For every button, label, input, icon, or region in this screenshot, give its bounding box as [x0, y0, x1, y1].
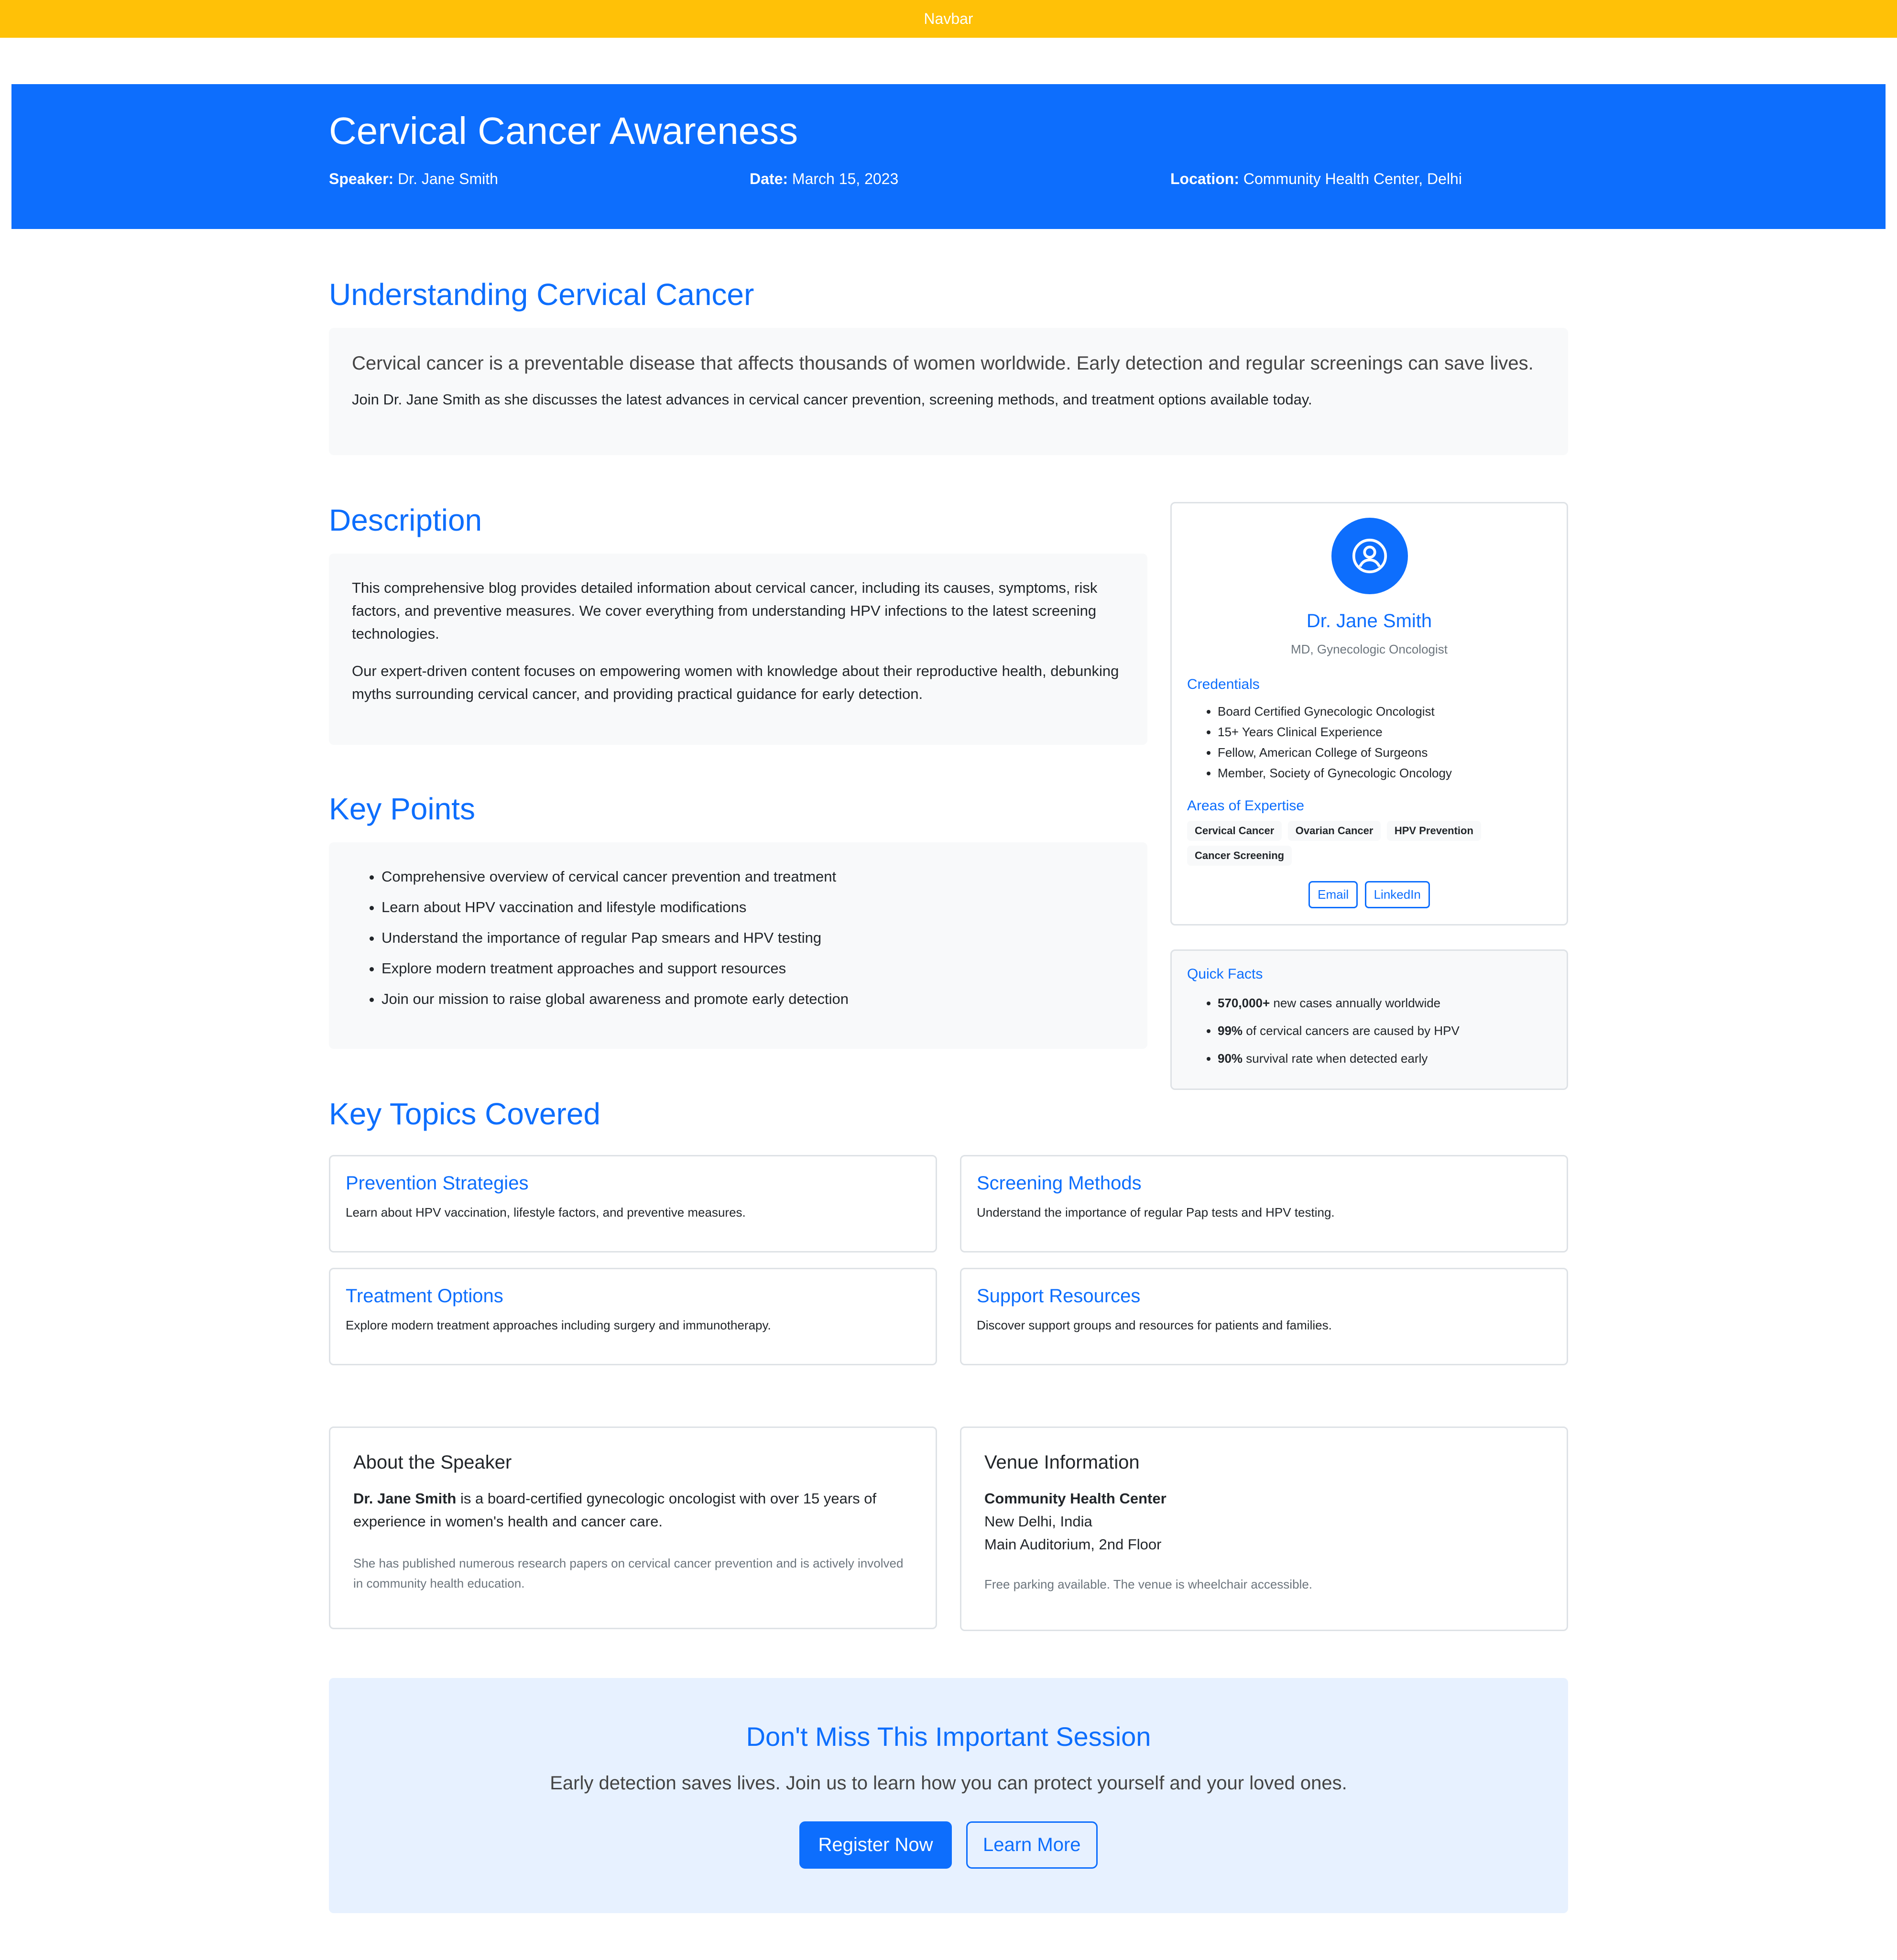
key-points-list: Comprehensive overview of cervical cance…: [329, 861, 1147, 1014]
cta-heading: Don't Miss This Important Session: [746, 1721, 1151, 1752]
list-item: Explore modern treatment approaches and …: [382, 953, 1147, 984]
about-speaker-heading: About the Speaker: [353, 1452, 512, 1473]
expertise-tag: HPV Prevention: [1386, 821, 1481, 841]
fact-text: of cervical cancers are caused by HPV: [1243, 1024, 1460, 1038]
topic-card-title: Prevention Strategies: [346, 1173, 529, 1194]
venue-name: Community Health Center: [984, 1490, 1167, 1507]
venue-muted: Free parking available. The venue is whe…: [984, 1577, 1313, 1591]
description-heading: Description: [329, 503, 482, 537]
profile-contact-buttons: Email LinkedIn: [1172, 881, 1567, 908]
date-label: Date:: [750, 170, 788, 187]
fact-value: 90%: [1218, 1051, 1243, 1066]
list-item: Board Certified Gynecologic Oncologist: [1218, 701, 1560, 722]
understanding-lead: Cervical cancer is a preventable disease…: [352, 353, 1534, 374]
list-item: Join our mission to raise global awarene…: [382, 984, 1147, 1014]
speaker-label: Speaker:: [329, 170, 394, 187]
key-points-panel: Comprehensive overview of cervical cance…: [329, 842, 1147, 1049]
about-speaker-card: About the Speaker Dr. Jane Smith is a bo…: [329, 1426, 937, 1629]
description-paragraph-1: This comprehensive blog provides detaile…: [352, 579, 1098, 642]
quick-facts-card: Quick Facts 570,000+ new cases annually …: [1170, 949, 1568, 1090]
location-label: Location:: [1170, 170, 1239, 187]
location-value: Community Health Center, Delhi: [1243, 170, 1462, 187]
expertise-tag: Ovarian Cancer: [1287, 821, 1381, 841]
topic-card-prevention[interactable]: Prevention Strategies Learn about HPV va…: [329, 1155, 937, 1252]
about-speaker-muted: She has published numerous research pape…: [353, 1556, 904, 1590]
speaker-profile-card: Dr. Jane Smith MD, Gynecologic Oncologis…: [1170, 502, 1568, 926]
expertise-tag: Cancer Screening: [1187, 846, 1292, 866]
linkedin-button[interactable]: LinkedIn: [1364, 881, 1430, 908]
expertise-heading: Areas of Expertise: [1187, 798, 1305, 814]
list-item: 99% of cervical cancers are caused by HP…: [1218, 1017, 1560, 1045]
list-item: Learn about HPV vaccination and lifestyl…: [382, 892, 1147, 923]
credentials-heading: Credentials: [1187, 676, 1260, 692]
topic-card-title: Support Resources: [977, 1285, 1141, 1307]
list-item: Member, Society of Gynecologic Oncology: [1218, 763, 1560, 784]
cta-buttons: Register Now Learn More: [329, 1821, 1568, 1869]
register-now-button[interactable]: Register Now: [799, 1821, 952, 1869]
hero-banner: Cervical Cancer Awareness: [11, 84, 1886, 229]
understanding-panel: Cervical cancer is a preventable disease…: [329, 328, 1568, 455]
list-item: Comprehensive overview of cervical cance…: [382, 861, 1147, 892]
hero-speaker: Speaker: Dr. Jane Smith: [329, 170, 498, 188]
description-paragraph-2: Our expert-driven content focuses on emp…: [352, 663, 1119, 702]
cta-section: Don't Miss This Important Session Early …: [329, 1678, 1568, 1913]
hero-date: Date: March 15, 2023: [750, 170, 898, 188]
venue-city: New Delhi, India: [984, 1513, 1092, 1530]
user-circle-icon-svg: [1352, 538, 1387, 574]
topic-card-treatment[interactable]: Treatment Options Explore modern treatme…: [329, 1268, 937, 1365]
venue-room: Main Auditorium, 2nd Floor: [984, 1536, 1162, 1553]
key-points-heading: Key Points: [329, 792, 475, 826]
topic-card-text: Understand the importance of regular Pap…: [977, 1205, 1335, 1220]
email-button[interactable]: Email: [1308, 881, 1358, 908]
hero-location: Location: Community Health Center, Delhi: [1170, 170, 1462, 188]
fact-value: 570,000+: [1218, 996, 1270, 1010]
topic-card-title: Screening Methods: [977, 1173, 1142, 1194]
topic-card-screening[interactable]: Screening Methods Understand the importa…: [960, 1155, 1568, 1252]
list-item: 15+ Years Clinical Experience: [1218, 722, 1560, 742]
profile-subtitle: MD, Gynecologic Oncologist: [1290, 642, 1448, 656]
expertise-tags: Cervical Cancer Ovarian Cancer HPV Preve…: [1187, 821, 1560, 871]
about-speaker-text: Dr. Jane Smith is a board-certified gyne…: [353, 1487, 916, 1533]
expertise-tag: Cervical Cancer: [1187, 821, 1282, 841]
fact-text: survival rate when detected early: [1243, 1051, 1428, 1066]
user-circle-icon: [1331, 518, 1408, 594]
quick-facts-list: 570,000+ new cases annually worldwide 99…: [1187, 989, 1560, 1072]
list-item: 570,000+ new cases annually worldwide: [1218, 989, 1560, 1017]
venue-card: Venue Information Community Health Cente…: [960, 1426, 1568, 1631]
key-topics-heading: Key Topics Covered: [329, 1097, 600, 1131]
date-value: March 15, 2023: [792, 170, 899, 187]
fact-text: new cases annually worldwide: [1270, 996, 1441, 1010]
list-item: Fellow, American College of Surgeons: [1218, 742, 1560, 763]
page-title: Cervical Cancer Awareness: [329, 109, 798, 152]
quick-facts-heading: Quick Facts: [1187, 966, 1263, 982]
description-panel: This comprehensive blog provides detaile…: [329, 554, 1147, 745]
navbar: Navbar: [0, 0, 1897, 38]
venue-heading: Venue Information: [984, 1452, 1140, 1473]
learn-more-button[interactable]: Learn More: [966, 1821, 1098, 1869]
speaker-value: Dr. Jane Smith: [398, 170, 498, 187]
understanding-text: Join Dr. Jane Smith as she discusses the…: [352, 391, 1312, 408]
about-speaker-name: Dr. Jane Smith: [353, 1490, 457, 1507]
fact-value: 99%: [1218, 1024, 1243, 1038]
cta-text: Early detection saves lives. Join us to …: [550, 1773, 1347, 1794]
understanding-heading: Understanding Cervical Cancer: [329, 277, 754, 312]
topic-card-text: Explore modern treatment approaches incl…: [346, 1318, 771, 1332]
navbar-label[interactable]: Navbar: [924, 10, 973, 28]
topic-card-support[interactable]: Support Resources Discover support group…: [960, 1268, 1568, 1365]
list-item: 90% survival rate when detected early: [1218, 1045, 1560, 1072]
credentials-list: Board Certified Gynecologic Oncologist 1…: [1187, 701, 1560, 784]
profile-name: Dr. Jane Smith: [1306, 610, 1432, 632]
topic-card-text: Learn about HPV vaccination, lifestyle f…: [346, 1205, 746, 1220]
topic-card-title: Treatment Options: [346, 1285, 503, 1307]
list-item: Understand the importance of regular Pap…: [382, 923, 1147, 953]
topic-card-text: Discover support groups and resources fo…: [977, 1318, 1332, 1332]
